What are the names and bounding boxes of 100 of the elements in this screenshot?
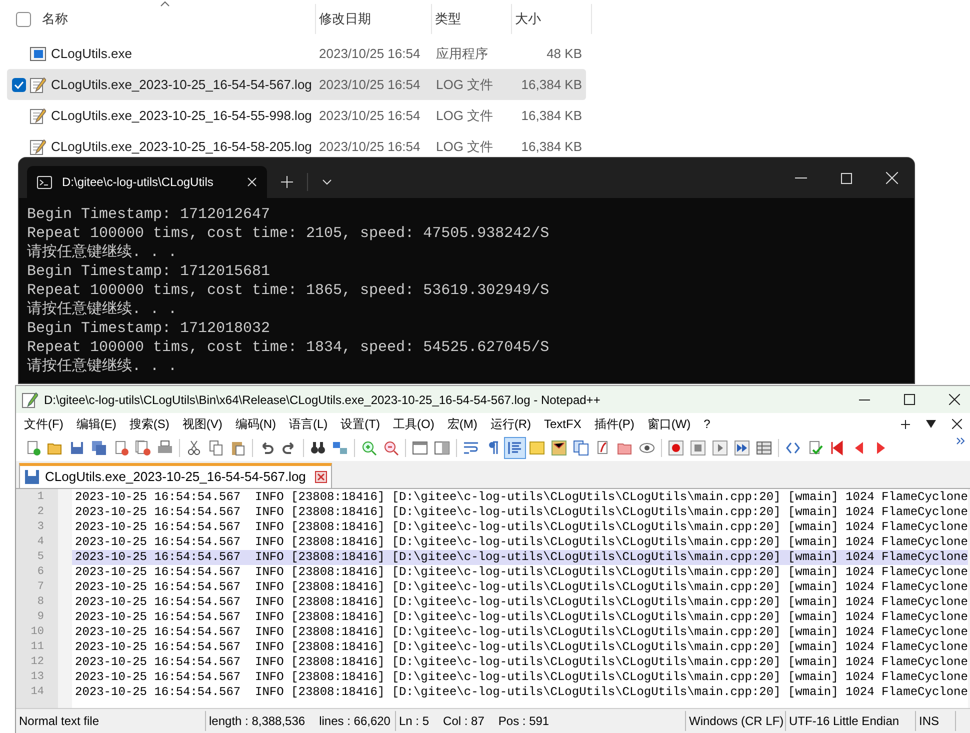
status-text: UTF-16 Little Endian [789, 713, 900, 730]
close-icon[interactable] [949, 394, 960, 405]
file-tab[interactable]: CLogUtils.exe_2023-10-25_16-54-54-567.log [19, 463, 332, 488]
menu-item[interactable]: 运行(R) [490, 415, 531, 433]
floppy-disks-icon [91, 440, 107, 456]
scissors-icon [186, 440, 202, 456]
maximize-icon[interactable] [904, 394, 915, 405]
terminal-icon [37, 176, 52, 188]
application-window-icon [30, 46, 46, 60]
file-type: LOG 文件 [436, 76, 494, 94]
notepad-pencil-icon [22, 392, 38, 408]
play-icon [712, 440, 728, 456]
chevron-down-icon[interactable] [322, 179, 332, 185]
modified-date: 2023/10/25 16:54 [319, 76, 422, 94]
column-header[interactable]: 大小 [515, 9, 541, 29]
line-number: 6 [37, 565, 44, 580]
line-number: 1 [37, 490, 44, 505]
menu-item[interactable]: 文件(F) [24, 415, 64, 433]
status-text: Col : 87 [443, 713, 484, 730]
line-number: 7 [37, 580, 44, 595]
window-title: D:\gitee\c-log-utils\CLogUtils\Bin\x64\Release\CLogUtils.exe_2023-10-25_16-54-54-567.log - Notepad++ [44, 392, 600, 408]
line-number: 11 [30, 640, 44, 655]
status-text: Pos : 591 [498, 713, 550, 730]
sticky-note-icon [529, 440, 545, 456]
plus-icon[interactable] [901, 420, 910, 428]
file-name: CLogUtils.exe_2023-10-25_16-54-55-998.log [51, 106, 313, 125]
record-icon [668, 440, 684, 456]
file-size: 16,384 KB [520, 138, 582, 156]
zoom-in-icon [361, 440, 377, 456]
notepad-pencil-icon [30, 108, 46, 124]
sort-caret-icon [160, 1, 170, 7]
console-line: Repeat 100000 tims, cost time: 1834, speed: 54525.627045/S [27, 338, 550, 357]
indent-guide-icon [507, 440, 523, 456]
line-number: 4 [37, 535, 44, 550]
menu-item[interactable]: 搜索(S) [129, 415, 170, 433]
close-file-icon [113, 440, 129, 456]
file-name: CLogUtils.exe_2023-10-25_16-54-54-567.log [51, 76, 313, 94]
file-row[interactable]: CLogUtils.exe_2023-10-25_16-54-58-205.log 2023/10/25 16:54 LOG 文件 16,384 KB [7, 131, 586, 162]
line-number: 9 [37, 610, 44, 625]
file-size: 16,384 KB [520, 106, 582, 125]
copy-icon [208, 440, 224, 456]
file-size: 48 KB [546, 44, 582, 63]
new-file-icon [25, 440, 41, 456]
split-window-icon [412, 440, 428, 456]
line-number: 12 [30, 655, 44, 670]
terminal-tab[interactable]: D:\gitee\c-log-utils\CLogUtils [27, 166, 267, 198]
console-line: 请按任意键继续. . . [27, 357, 178, 376]
menu-item[interactable]: 宏(M) [447, 415, 478, 433]
close-icon[interactable] [952, 419, 962, 429]
document-list-icon [573, 440, 589, 456]
status-text: length : 8,388,536 [209, 713, 306, 730]
menu-item[interactable]: 编辑(E) [76, 415, 116, 433]
skip-back-icon [829, 440, 845, 456]
console-line: Repeat 100000 tims, cost time: 1865, speed: 53619.302949/S [27, 281, 550, 300]
menu-item[interactable]: 工具(O) [393, 415, 434, 433]
line-number: 10 [30, 625, 44, 640]
menu-item[interactable]: 插件(P) [594, 415, 634, 433]
select-all-checkbox[interactable] [16, 12, 30, 26]
menu-item[interactable]: 语言(L) [289, 415, 328, 433]
status-text: lines : 66,620 [319, 713, 390, 730]
document-map-icon [551, 440, 567, 456]
file-row[interactable]: CLogUtils.exe_2023-10-25_16-54-54-567.log 2023/10/25 16:54 LOG 文件 16,384 KB [7, 69, 586, 100]
console-line: Repeat 100000 tims, cost time: 2105, speed: 47505.938242/S [27, 224, 550, 243]
file-row[interactable]: CLogUtils.exe_2023-10-25_16-54-55-998.log 2023/10/25 16:54 LOG 文件 16,384 KB [7, 100, 586, 131]
line-number: 5 [37, 550, 44, 565]
column-header[interactable]: 类型 [435, 9, 461, 29]
spell-check-icon [807, 440, 823, 456]
binoculars-icon [310, 440, 326, 456]
eye-icon [639, 440, 655, 456]
file-name: CLogUtils.exe [51, 44, 133, 63]
close-files-icon [135, 440, 151, 456]
status-text: Windows (CR LF) [689, 713, 784, 730]
menu-item[interactable]: 视图(V) [182, 415, 222, 433]
fast-forward-icon [734, 440, 750, 456]
minimize-icon[interactable] [859, 398, 870, 400]
split-window-icon [434, 440, 450, 456]
grid-window-icon [756, 440, 772, 456]
line-number: 3 [37, 520, 44, 535]
console-line: Begin Timestamp: 1712015681 [27, 262, 270, 281]
file-type: LOG 文件 [436, 106, 494, 125]
console-line: Begin Timestamp: 1712018032 [27, 319, 270, 338]
column-header[interactable]: 修改日期 [319, 9, 371, 29]
modified-date: 2023/10/25 16:54 [319, 138, 422, 156]
menu-item[interactable]: 设置(T) [340, 415, 380, 433]
code-brackets-icon [785, 440, 801, 456]
console-line: Begin Timestamp: 1712012647 [27, 205, 270, 224]
chevron-double-right-icon[interactable] [956, 437, 966, 445]
word-wrap-icon [463, 440, 479, 456]
clipboard-icon [230, 440, 246, 456]
menu-item[interactable]: TextFX [544, 415, 582, 433]
menu-item[interactable]: 窗口(W) [647, 415, 691, 433]
checkbox-checked-icon[interactable] [12, 78, 26, 92]
menu-item[interactable]: 编码(N) [235, 415, 276, 433]
menu-item[interactable]: ? [704, 415, 710, 433]
console-line: 请按任意键继续. . . [27, 300, 178, 319]
column-header[interactable]: 名称 [42, 9, 68, 29]
file-row[interactable]: CLogUtils.exe 2023/10/25 16:54 应用程序 48 KB [7, 38, 586, 69]
file-type: 应用程序 [436, 44, 489, 63]
line-number: 13 [30, 670, 44, 685]
dropdown-caret-icon[interactable] [926, 420, 936, 428]
